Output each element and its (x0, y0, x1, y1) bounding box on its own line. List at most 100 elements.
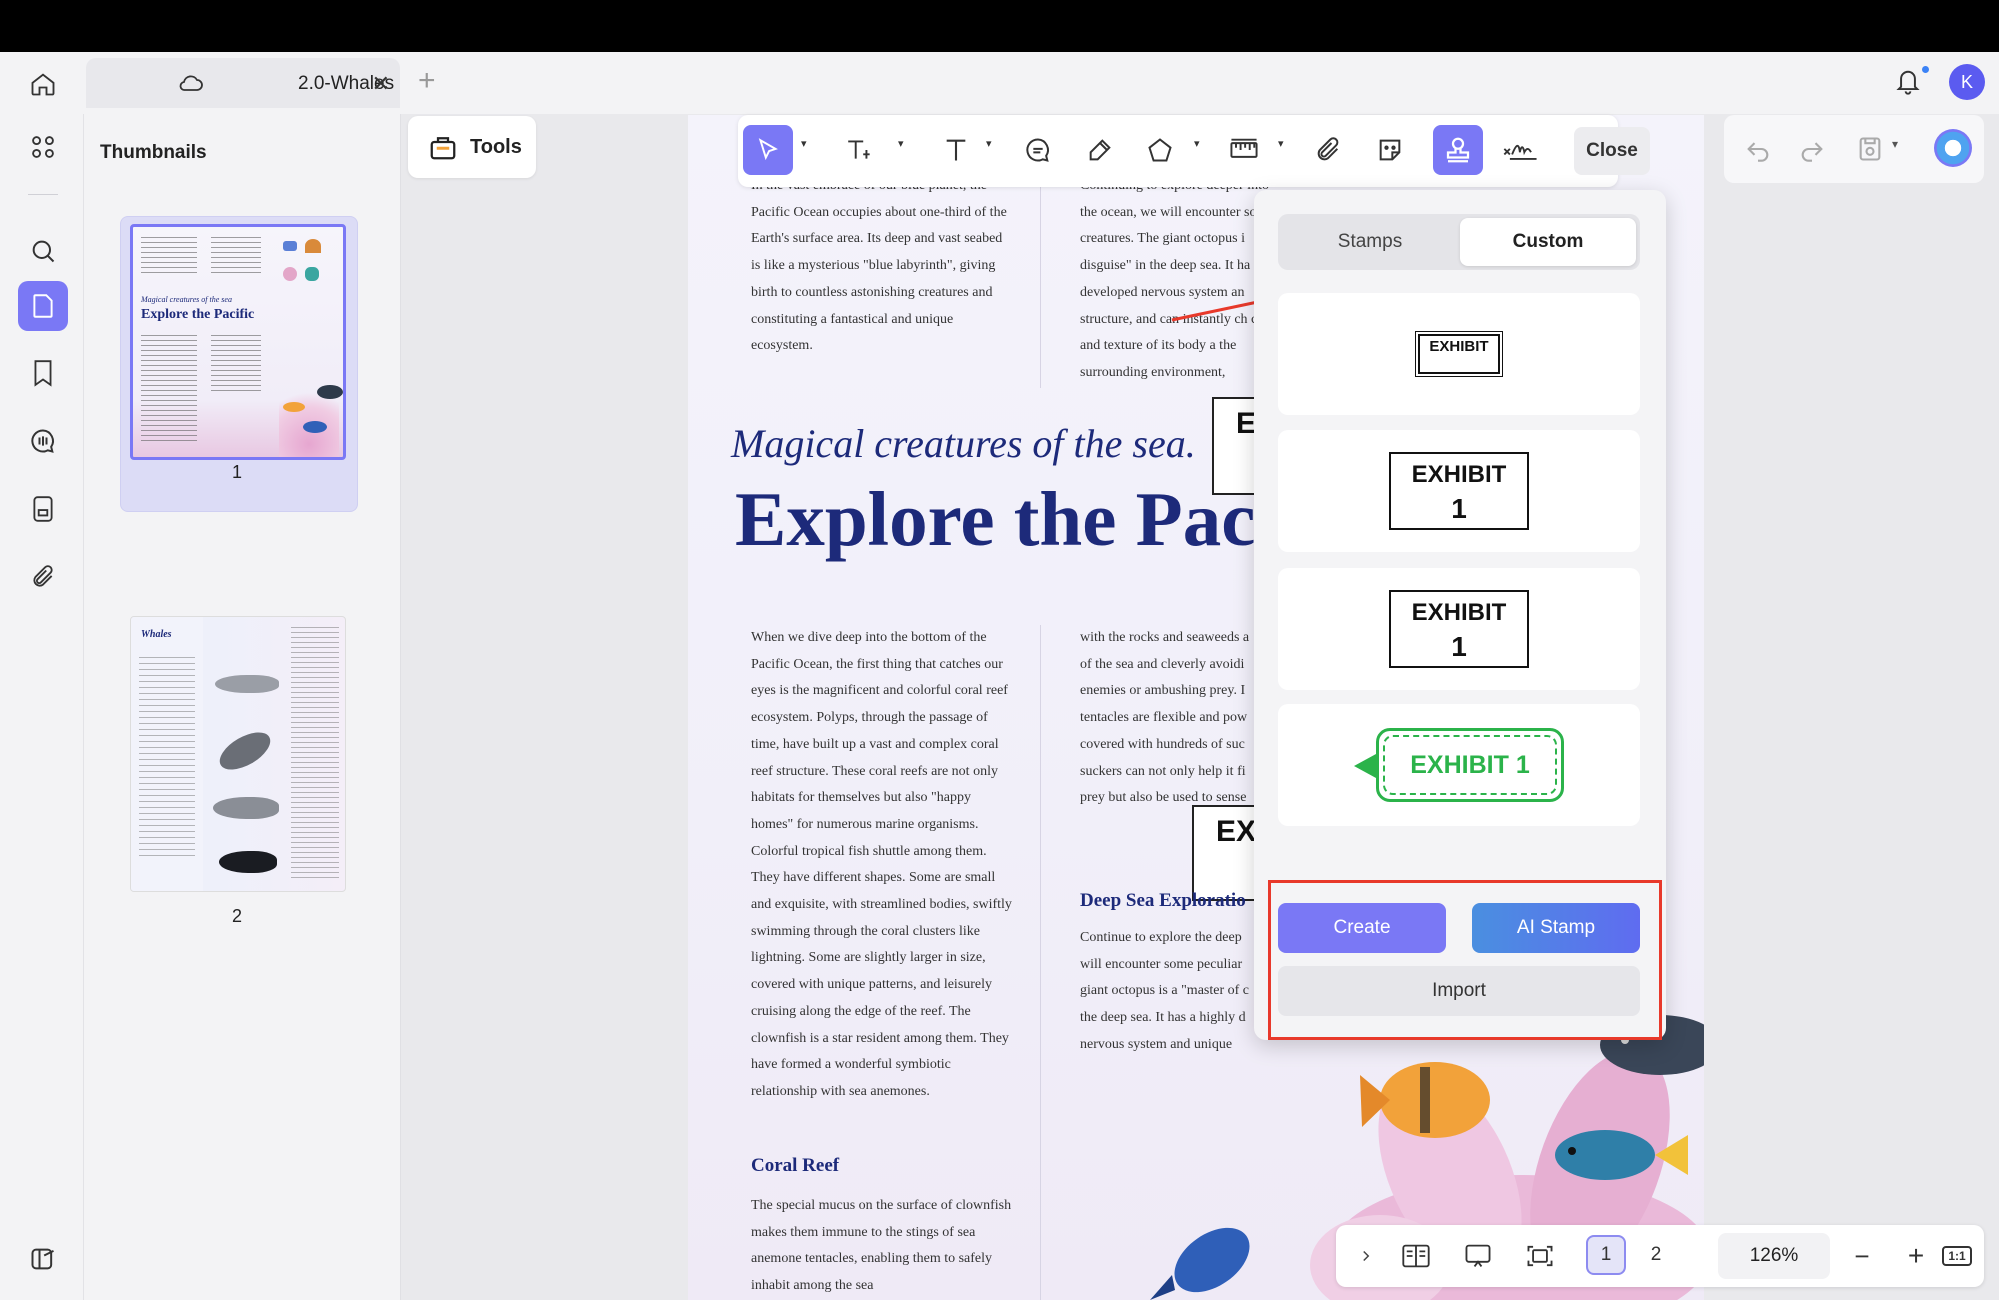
coral-intro-paragraph: When we dive deep into the bottom of the… (751, 630, 1012, 1099)
pen-icon (1089, 139, 1111, 161)
select-tool-dropdown-icon[interactable]: ▾ (801, 137, 807, 150)
octopus-paragraph: with the rocks and seaweeds a of the sea… (1080, 630, 1250, 806)
close-toolbar-button[interactable]: Close (1574, 127, 1650, 175)
page-button-1[interactable]: 1 (1586, 1235, 1626, 1275)
attachment-icon (1317, 137, 1339, 161)
search-icon (32, 240, 55, 263)
custom-stamp-3-box: EXHIBIT 1 (1389, 590, 1529, 668)
custom-stamp-4[interactable]: EXHIBIT 1 (1278, 704, 1640, 826)
text-markup-tool-button[interactable] (838, 125, 882, 175)
comment-icon (31, 429, 54, 453)
measure-tool-button[interactable] (1222, 125, 1266, 175)
presentation-icon[interactable] (1458, 1237, 1498, 1275)
notification-bell-icon[interactable] (1894, 66, 1922, 96)
cloud-icon (178, 72, 204, 94)
grid-icon (32, 136, 54, 158)
ruler-icon (1230, 138, 1258, 158)
text-markup-dropdown-icon[interactable]: ▾ (898, 137, 904, 150)
ai-assistant-icon[interactable] (1934, 129, 1972, 167)
sticker-tool-button[interactable] (1368, 125, 1412, 175)
custom-stamp-2[interactable]: EXHIBIT 1 (1278, 430, 1640, 552)
thumbnail-1-number: 1 (232, 462, 243, 482)
import-stamp-button[interactable]: Import (1278, 966, 1640, 1016)
coral-reef-paragraph: The special mucus on the surface of clow… (751, 1198, 1012, 1294)
ai-stamp-button[interactable]: AI Stamp (1472, 903, 1640, 953)
document-tab[interactable]: 2.0-Whales ✕ (86, 58, 400, 108)
rail-apps-button[interactable] (18, 122, 68, 172)
measure-tool-dropdown-icon[interactable]: ▾ (1278, 137, 1284, 150)
page-layout-icon[interactable] (1396, 1237, 1436, 1275)
rail-layers-button[interactable] (18, 1234, 68, 1284)
save-dropdown-icon[interactable]: ▾ (1892, 137, 1898, 151)
thumb1-subtitle: Magical creatures of the sea (141, 295, 232, 304)
green-exhibit-stamp: EXHIBIT 1 (1354, 728, 1564, 802)
deep-sea-heading: Deep Sea Exploratio (1080, 890, 1246, 911)
shape-tool-dropdown-icon[interactable]: ▾ (1194, 137, 1200, 150)
undo-icon[interactable] (1744, 135, 1772, 163)
green-tag-outer: EXHIBIT 1 (1376, 728, 1564, 802)
actual-size-button[interactable]: 1:1 (1940, 1237, 1974, 1275)
text-highlight-icon (848, 140, 870, 159)
redo-icon[interactable] (1798, 135, 1826, 163)
column-divider-top (1040, 173, 1041, 388)
text-tool-dropdown-icon[interactable]: ▾ (986, 137, 992, 150)
tools-button[interactable]: Tools (408, 116, 536, 178)
fullscreen-icon[interactable] (1520, 1237, 1560, 1275)
create-stamp-button[interactable]: Create (1278, 903, 1446, 953)
intro-paragraph: In the vast embrace of our blue planet, … (751, 178, 1007, 354)
rail-pages-button[interactable] (18, 484, 68, 534)
page-icon (33, 294, 53, 318)
comment-bubble-icon (1026, 138, 1049, 162)
pentagon-icon (1148, 138, 1172, 162)
text-tool-button[interactable] (934, 125, 978, 175)
select-tool-button[interactable] (743, 125, 793, 175)
zoom-level[interactable]: 126% (1718, 1233, 1830, 1279)
save-icon[interactable] (1856, 135, 1884, 163)
sidebar-toggle-icon (31, 1248, 54, 1270)
tools-label: Tools (470, 135, 522, 158)
user-avatar[interactable]: K (1949, 64, 1985, 100)
custom-stamp-1[interactable]: EXHIBIT (1278, 293, 1640, 415)
sticker-icon (1379, 139, 1401, 161)
home-icon (31, 73, 55, 96)
expand-chevron-icon[interactable] (1352, 1237, 1380, 1275)
custom-stamp-1-text: EXHIBIT (1415, 331, 1503, 377)
home-button[interactable] (22, 64, 64, 104)
zoom-in-icon[interactable]: + (1902, 1237, 1930, 1275)
stamp-icon (1446, 137, 1470, 163)
paperclip-icon (33, 565, 53, 587)
column-divider-bottom (1040, 625, 1041, 1300)
text-icon (946, 139, 966, 161)
attachment-tool-button[interactable] (1306, 125, 1350, 175)
bluefish-icon (1150, 1227, 1250, 1300)
thumbnail-page-2[interactable]: Whales (130, 616, 346, 892)
custom-stamp-3-line1: EXHIBIT (1411, 599, 1507, 626)
notification-dot (1922, 66, 1929, 73)
rail-comments-button[interactable] (18, 416, 68, 466)
pen-tool-button[interactable] (1078, 125, 1122, 175)
custom-stamp-3[interactable]: EXHIBIT 1 (1278, 568, 1640, 690)
tab-bar: 2.0-Whales ✕ + K (0, 52, 1999, 114)
shape-tool-button[interactable] (1138, 125, 1182, 175)
left-rail (0, 114, 84, 1300)
stamp-tool-button[interactable] (1433, 125, 1483, 175)
document-icon (33, 496, 53, 522)
rail-search-button[interactable] (18, 226, 68, 276)
close-tab-icon[interactable]: ✕ (372, 71, 390, 97)
signature-tool-button[interactable] (1496, 125, 1546, 175)
zoom-out-icon[interactable]: − (1848, 1237, 1876, 1275)
rail-thumbnails-button[interactable] (18, 281, 68, 331)
page-subtitle: Magical creatures of the sea. (731, 421, 1196, 466)
rail-bookmarks-button[interactable] (18, 348, 68, 398)
toolbox-icon (430, 137, 456, 160)
tab-stamps[interactable]: Stamps (1282, 218, 1458, 266)
thumbnail-page-1-image: Magical creatures of the sea Explore the… (130, 224, 346, 460)
new-tab-button[interactable]: + (418, 64, 436, 98)
comment-tool-button[interactable] (1016, 125, 1060, 175)
rail-attachments-button[interactable] (18, 552, 68, 602)
page-button-2[interactable]: 2 (1636, 1235, 1676, 1275)
signature-icon (1503, 144, 1537, 160)
thumbnails-heading: Thumbnails (100, 142, 207, 163)
tab-custom[interactable]: Custom (1460, 218, 1636, 266)
custom-stamp-3-line2: 1 (1451, 631, 1467, 662)
